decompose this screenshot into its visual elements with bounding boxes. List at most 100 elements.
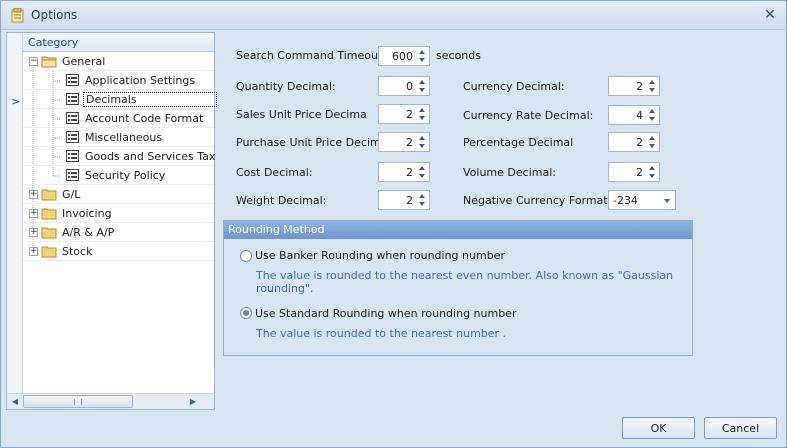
settings-page-icon [66, 93, 79, 105]
stepper-value: 2 [636, 166, 643, 179]
currency-rate-decimal-label: Currency Rate Decimal: [463, 109, 594, 122]
spin-arrows-icon[interactable] [416, 192, 428, 208]
tree-node-miscellaneous[interactable]: Miscellaneous [23, 128, 214, 147]
tree-node-label: Account Code Format [85, 112, 204, 125]
spin-arrows-icon[interactable] [416, 48, 428, 64]
tree-node-account-code-format[interactable]: Account Code Format [23, 109, 214, 128]
tree-node-label: General [62, 55, 106, 68]
tree-node-label: Application Settings [85, 74, 196, 87]
purchase-unit-price-decimal-label: Purchase Unit Price Decima [236, 136, 388, 149]
tree-node-label: Decimals [83, 92, 217, 107]
window-title: Options [31, 8, 78, 22]
tree-node-label: Invoicing [62, 207, 112, 220]
close-button[interactable]: ✕ [762, 7, 778, 23]
expand-icon[interactable]: + [29, 247, 38, 256]
stepper-value: 0 [406, 80, 413, 93]
expand-icon[interactable]: + [29, 209, 38, 218]
spin-arrows-icon[interactable] [416, 78, 428, 94]
tree-node-label: Goods and Services Tax [85, 150, 216, 163]
settings-page-icon [66, 112, 79, 124]
cancel-button[interactable]: Cancel [704, 417, 777, 439]
settings-page-icon [66, 169, 79, 181]
stepper-value: 2 [406, 194, 413, 207]
stepper-value: 2 [406, 108, 413, 121]
group-header: Rounding Method [224, 221, 692, 239]
cost-decimal-label: Cost Decimal: [236, 166, 313, 179]
chevron-down-icon[interactable] [664, 199, 670, 203]
tree-node-arap[interactable]: + A/R & A/P [23, 223, 214, 242]
tree-node-goods-and-services-tax[interactable]: Goods and Services Tax [23, 147, 216, 166]
stepper-value: 600 [392, 50, 413, 63]
tree-node-label: A/R & A/P [62, 226, 115, 239]
tree-node-security-policy[interactable]: Security Policy [23, 166, 214, 185]
volume-decimal-label: Volume Decimal: [463, 166, 556, 179]
spin-arrows-icon[interactable] [646, 164, 658, 180]
spin-arrows-icon[interactable] [646, 134, 658, 150]
folder-icon [41, 246, 57, 258]
close-icon: ✕ [764, 7, 776, 23]
percentage-decimal-label: Percentage Decimal [463, 136, 574, 149]
title-bar: Options ✕ [1, 1, 786, 30]
purchase-unit-price-decimal-stepper[interactable]: 2 [378, 132, 430, 152]
sales-unit-price-decimal-stepper[interactable]: 2 [378, 104, 430, 124]
tree-node-label: Miscellaneous [85, 131, 163, 144]
volume-decimal-stepper[interactable]: 2 [608, 162, 660, 182]
tree-node-label: G/L [62, 188, 81, 201]
weight-decimal-label: Weight Decimal: [236, 194, 327, 207]
rounding-method-group: Rounding Method Use Banker Rounding when… [223, 220, 693, 356]
stepper-value: 2 [406, 166, 413, 179]
seconds-label: seconds [436, 49, 481, 62]
banker-rounding-description: The value is rounded to the nearest even… [256, 269, 674, 295]
folder-icon [41, 208, 57, 220]
tree-node-stock[interactable]: + Stock [23, 242, 214, 261]
sales-unit-price-decimal-label: Sales Unit Price Decima [236, 108, 367, 121]
folder-open-icon [41, 56, 57, 68]
ok-button-label: OK [650, 422, 667, 435]
standard-rounding-description: The value is rounded to the nearest numb… [256, 327, 507, 340]
spin-arrows-icon[interactable] [416, 164, 428, 180]
tree-node-decimals[interactable]: Decimals [23, 90, 217, 109]
currency-decimal-stepper[interactable]: 2 [608, 76, 660, 96]
settings-page-icon [66, 74, 79, 86]
expand-icon[interactable]: + [29, 190, 38, 199]
folder-icon [41, 189, 57, 201]
negative-currency-format-select[interactable]: -234 [608, 190, 676, 210]
stepper-value: 2 [636, 80, 643, 93]
quantity-decimal-stepper[interactable]: 0 [378, 76, 430, 96]
ok-button[interactable]: OK [622, 417, 695, 439]
settings-page-icon [66, 131, 79, 143]
spin-arrows-icon[interactable] [416, 134, 428, 150]
spin-arrows-icon[interactable] [646, 78, 658, 94]
weight-decimal-stepper[interactable]: 2 [378, 190, 430, 210]
banker-rounding-label[interactable]: Use Banker Rounding when rounding number [255, 249, 505, 262]
tree-node-application-settings[interactable]: Application Settings [23, 71, 214, 90]
standard-rounding-label[interactable]: Use Standard Rounding when rounding numb… [255, 307, 516, 320]
cost-decimal-stepper[interactable]: 2 [378, 162, 430, 182]
options-app-icon [11, 8, 24, 23]
search-timeout-stepper[interactable]: 600 [378, 46, 430, 66]
tree-node-general[interactable]: − General [23, 52, 214, 71]
negative-currency-format-label: Negative Currency Format [463, 194, 608, 207]
percentage-decimal-stepper[interactable]: 2 [608, 132, 660, 152]
tree-node-gl[interactable]: + G/L [23, 185, 214, 204]
banker-rounding-radio[interactable] [240, 250, 252, 262]
grip-icon [74, 399, 82, 405]
scroll-right-icon[interactable]: ▶ [186, 395, 200, 408]
scroll-left-icon[interactable]: ◀ [8, 395, 22, 408]
expand-icon[interactable]: + [29, 228, 38, 237]
standard-rounding-radio[interactable] [240, 307, 252, 319]
scroll-thumb[interactable] [23, 395, 133, 408]
horizontal-scrollbar[interactable]: ◀ ▶ [7, 393, 214, 409]
spin-arrows-icon[interactable] [646, 107, 658, 123]
stepper-value: 2 [406, 136, 413, 149]
stepper-value: 4 [636, 109, 643, 122]
quantity-decimal-label: Quantity Decimal: [236, 80, 336, 93]
currency-rate-decimal-stepper[interactable]: 4 [608, 105, 660, 125]
spin-arrows-icon[interactable] [416, 106, 428, 122]
cancel-button-label: Cancel [721, 422, 760, 435]
folder-icon [41, 227, 57, 239]
tree-node-invoicing[interactable]: + Invoicing [23, 204, 214, 223]
tree-node-label: Stock [62, 245, 93, 258]
category-tree[interactable]: > Category − General Application Setting… [6, 32, 217, 410]
collapse-icon[interactable]: − [29, 57, 38, 66]
